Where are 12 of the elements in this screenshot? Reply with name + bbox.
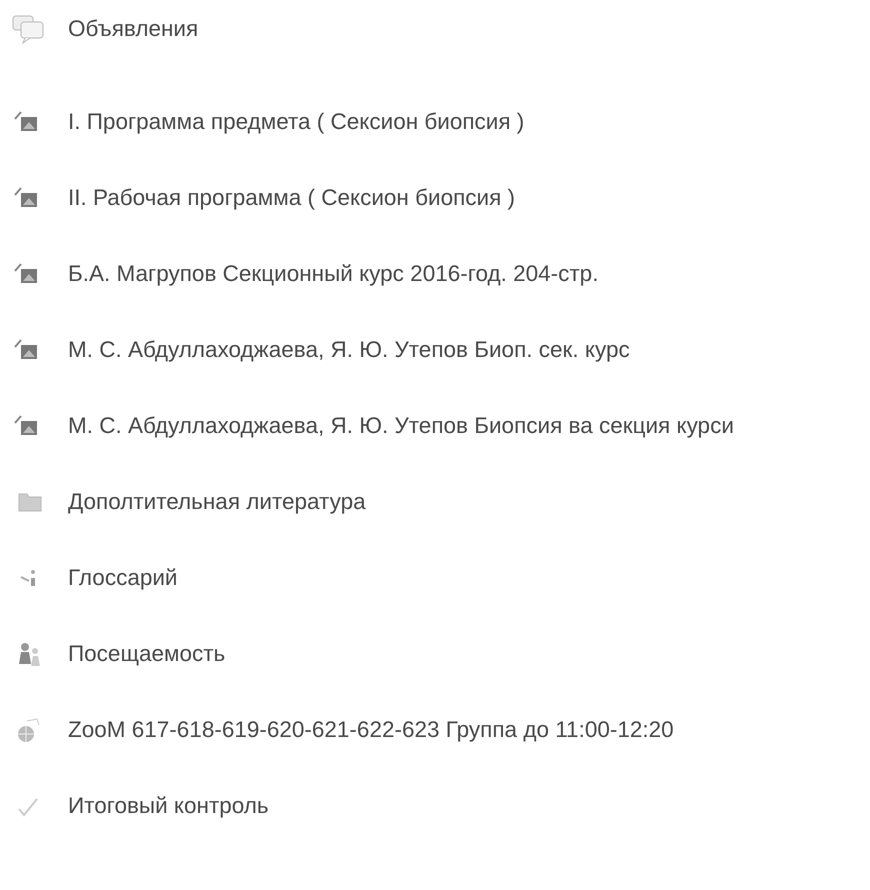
- speech-bubbles-icon: [11, 14, 45, 44]
- activity-link[interactable]: М. С. Абдуллаходжаева, Я. Ю. Утепов Биопсия ва секция курси: [68, 413, 734, 439]
- activity-link[interactable]: Объявления: [68, 16, 198, 42]
- activity-link[interactable]: Глоссарий: [68, 565, 178, 591]
- activity-link[interactable]: Дополтительная литература: [68, 489, 366, 515]
- activity-link[interactable]: ZooM 617-618-619-620-621-622-623 Группа до 11:00-12:20: [68, 717, 674, 743]
- activity-link[interactable]: М. С. Абдуллаходжаева, Я. Ю. Утепов Биоп. сек. курс: [68, 337, 630, 363]
- activity-link[interactable]: Б.А. Магрупов Секционный курс 2016-год. 204-стр.: [68, 261, 598, 287]
- activity-link[interactable]: II. Рабочая программа ( Сексион биопсия ): [68, 185, 516, 211]
- activity-link[interactable]: I. Программа предмета ( Сексион биопсия ): [68, 109, 524, 135]
- activity-link[interactable]: Посещаемость: [68, 641, 226, 667]
- activity-link[interactable]: Итоговый контроль: [68, 793, 269, 819]
